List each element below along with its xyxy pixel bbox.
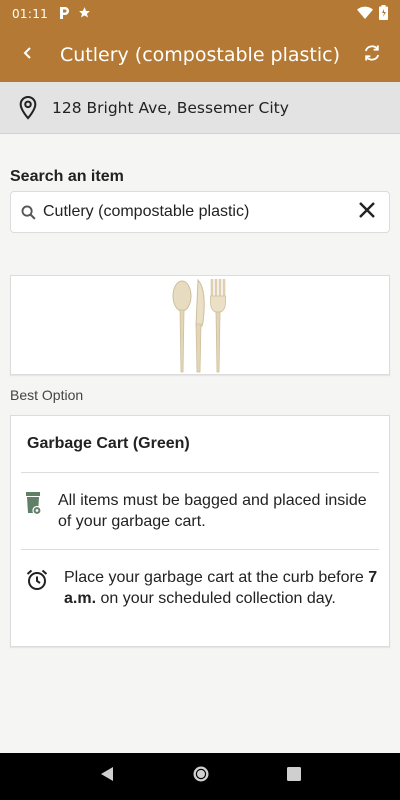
back-icon	[23, 46, 33, 65]
back-button[interactable]	[0, 28, 56, 82]
nav-back-icon[interactable]	[99, 766, 115, 787]
schedule-text-end: on your scheduled collection day.	[96, 589, 336, 607]
wifi-icon	[357, 6, 373, 23]
search-label: Search an item	[10, 168, 124, 185]
schedule-text-start: Place your garbage cart at the curb befo…	[64, 569, 369, 586]
nav-home-icon[interactable]	[192, 765, 210, 788]
search-box	[10, 191, 390, 233]
search-icon	[17, 204, 39, 221]
system-nav-bar	[0, 753, 400, 800]
cutlery-image	[172, 278, 226, 373]
schedule-text: Place your garbage cart at the curb befo…	[64, 568, 379, 609]
location-pin-icon	[14, 95, 42, 121]
alarm-clock-icon	[25, 568, 49, 592]
nav-recents-icon[interactable]	[287, 767, 302, 786]
parking-icon	[58, 6, 70, 23]
disposal-option-card: Garbage Cart (Green) All items must be b…	[10, 415, 390, 647]
schedule-row: Place your garbage cart at the curb befo…	[21, 550, 379, 646]
best-option-label: Best Option	[10, 387, 84, 403]
status-bar: 01:11	[0, 0, 400, 28]
clear-search-button[interactable]	[345, 192, 389, 232]
item-image	[10, 275, 390, 375]
refresh-icon	[362, 43, 382, 68]
app-bar: Cutlery (compostable plastic)	[0, 28, 400, 82]
instruction-text: All items must be bagged and placed insi…	[58, 492, 367, 530]
option-title: Garbage Cart (Green)	[21, 416, 379, 473]
star-icon	[78, 6, 91, 22]
refresh-button[interactable]	[344, 28, 400, 82]
instruction-row: All items must be bagged and placed insi…	[21, 473, 379, 550]
location-bar[interactable]: 128 Bright Ave, Bessemer City	[0, 82, 400, 134]
garbage-cart-icon	[25, 491, 43, 517]
battery-icon	[379, 5, 388, 23]
status-time: 01:11	[12, 7, 49, 21]
address-text: 128 Bright Ave, Bessemer City	[52, 98, 289, 117]
close-icon	[358, 201, 376, 224]
page-title: Cutlery (compostable plastic)	[59, 44, 341, 66]
search-input[interactable]	[39, 203, 345, 221]
